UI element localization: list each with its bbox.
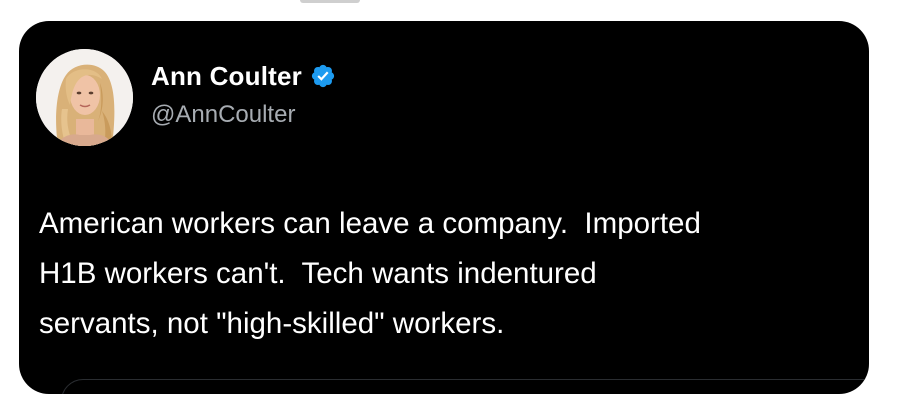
profile-avatar[interactable]: [36, 49, 133, 146]
tweet-text-line: servants, not "high-skilled" workers.: [39, 307, 505, 340]
tweet-text: American workers can leave a company. Im…: [39, 199, 854, 349]
profile-photo-image: [36, 49, 133, 146]
author-name-row: Ann Coulter: [151, 57, 336, 95]
tweet-card[interactable]: Ann Coulter @AnnCoulter American workers…: [19, 21, 869, 394]
screenshot-page: Ann Coulter @AnnCoulter American workers…: [0, 0, 900, 419]
verified-badge-icon: [310, 63, 336, 89]
tweet-text-line: American workers can leave a company. Im…: [39, 207, 701, 240]
top-edge-fragment: [300, 0, 360, 3]
quoted-content-edge: [61, 379, 869, 394]
author-handle[interactable]: @AnnCoulter: [151, 101, 295, 129]
author-display-name[interactable]: Ann Coulter: [151, 61, 302, 92]
tweet-text-line: H1B workers can't. Tech wants indentured: [39, 257, 597, 290]
